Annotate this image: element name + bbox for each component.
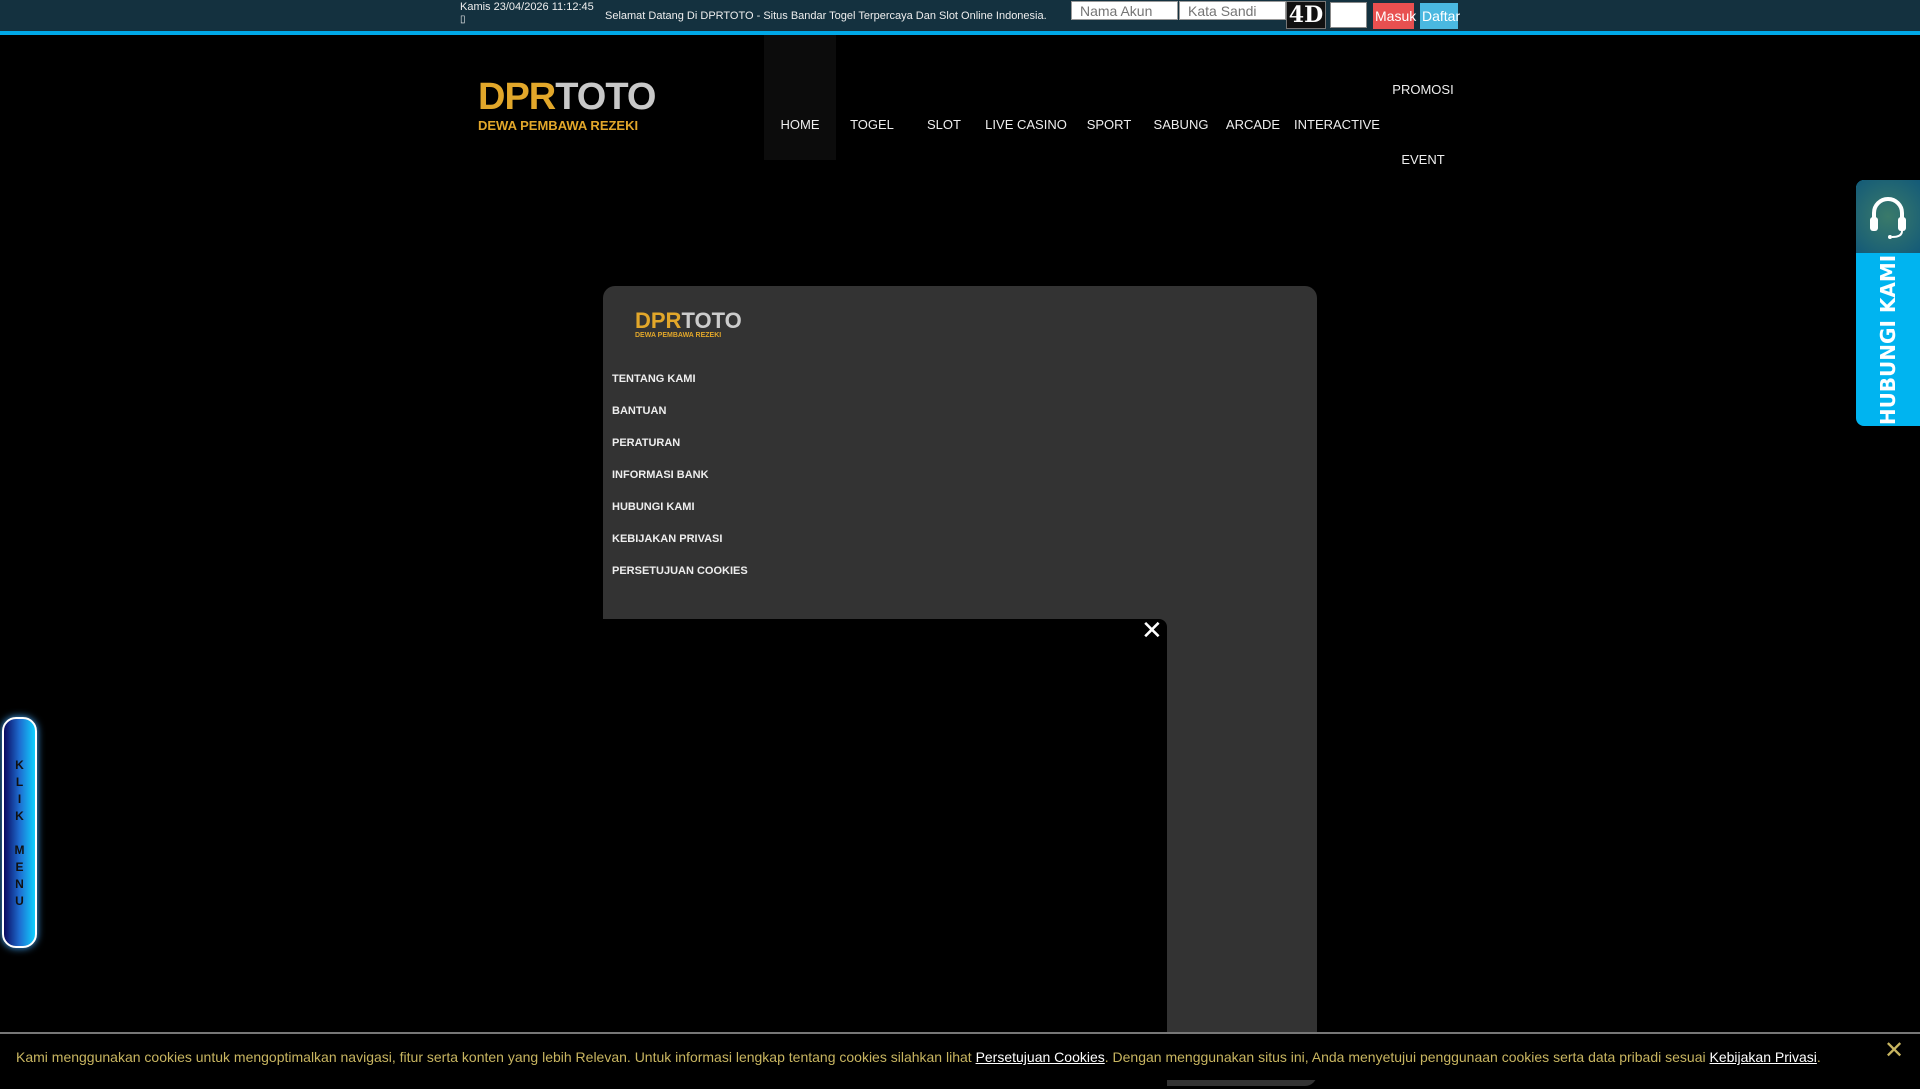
- nav-arcade[interactable]: ARCADE: [1226, 117, 1280, 132]
- contact-label: HUBUNGI KAMI: [1876, 254, 1900, 426]
- nav-home[interactable]: HOME: [781, 117, 820, 132]
- cookie-text: Kami menggunakan cookies untuk mengoptim…: [16, 1049, 1821, 1065]
- contact-widget[interactable]: HUBUNGI KAMI: [1856, 180, 1920, 426]
- captcha-input[interactable]: [1330, 2, 1367, 28]
- nav-promosi[interactable]: PROMOSI: [1392, 82, 1453, 97]
- nav-slot[interactable]: SLOT: [927, 117, 961, 132]
- menu-peraturan[interactable]: PERATURAN: [612, 437, 680, 449]
- panel-logo: DPRTOTO DEWA PEMBAWA REZEKI: [635, 308, 742, 340]
- username-input[interactable]: [1071, 1, 1178, 20]
- cookies-policy-link[interactable]: Persetujuan Cookies: [976, 1049, 1105, 1065]
- menu-kebijakan-privasi[interactable]: KEBIJAKAN PRIVASI: [612, 533, 722, 545]
- icon-placeholder: ▯: [460, 14, 466, 25]
- close-icon[interactable]: ✕: [1141, 615, 1163, 646]
- privacy-policy-link[interactable]: Kebijakan Privasi: [1710, 1049, 1817, 1065]
- captcha-image: 4D: [1286, 1, 1326, 29]
- top-bar: Kamis 23/04/2026 11:12:45 ▯ Selamat Data…: [0, 0, 1920, 35]
- login-button[interactable]: Masuk: [1373, 3, 1416, 29]
- site-logo[interactable]: DPRTOTO DEWA PEMBAWA REZEKI: [478, 78, 656, 133]
- password-input[interactable]: [1179, 1, 1286, 20]
- close-icon[interactable]: ✕: [1884, 1036, 1904, 1065]
- nav-live-casino[interactable]: LIVE CASINO: [985, 117, 1067, 132]
- menu-tentang-kami[interactable]: TENTANG KAMI: [612, 373, 696, 385]
- nav-sport[interactable]: SPORT: [1087, 117, 1132, 132]
- menu-persetujuan-cookies[interactable]: PERSETUJUAN COOKIES: [612, 565, 748, 577]
- menu-informasi-bank[interactable]: INFORMASI BANK: [612, 469, 709, 481]
- nav-togel[interactable]: TOGEL: [850, 117, 894, 132]
- headset-icon: [1856, 180, 1920, 253]
- popup-box: ✕: [603, 615, 1167, 1089]
- nav-sabung[interactable]: SABUNG: [1154, 117, 1209, 132]
- menu-bantuan[interactable]: BANTUAN: [612, 405, 666, 417]
- menu-hubungi-kami[interactable]: HUBUNGI KAMI: [612, 501, 695, 513]
- nav-event[interactable]: EVENT: [1401, 152, 1444, 167]
- klik-menu-button[interactable]: KLIK MENU: [2, 717, 37, 948]
- nav-interactive[interactable]: INTERACTIVE: [1294, 117, 1380, 132]
- welcome-marquee: Selamat Datang Di DPRTOTO - Situs Bandar…: [605, 10, 1047, 22]
- datetime: Kamis 23/04/2026 11:12:45: [460, 1, 594, 13]
- cookie-banner: Kami menggunakan cookies untuk mengoptim…: [0, 1032, 1920, 1080]
- register-button[interactable]: Daftar: [1420, 3, 1460, 29]
- nav-hover-highlight: [764, 35, 836, 160]
